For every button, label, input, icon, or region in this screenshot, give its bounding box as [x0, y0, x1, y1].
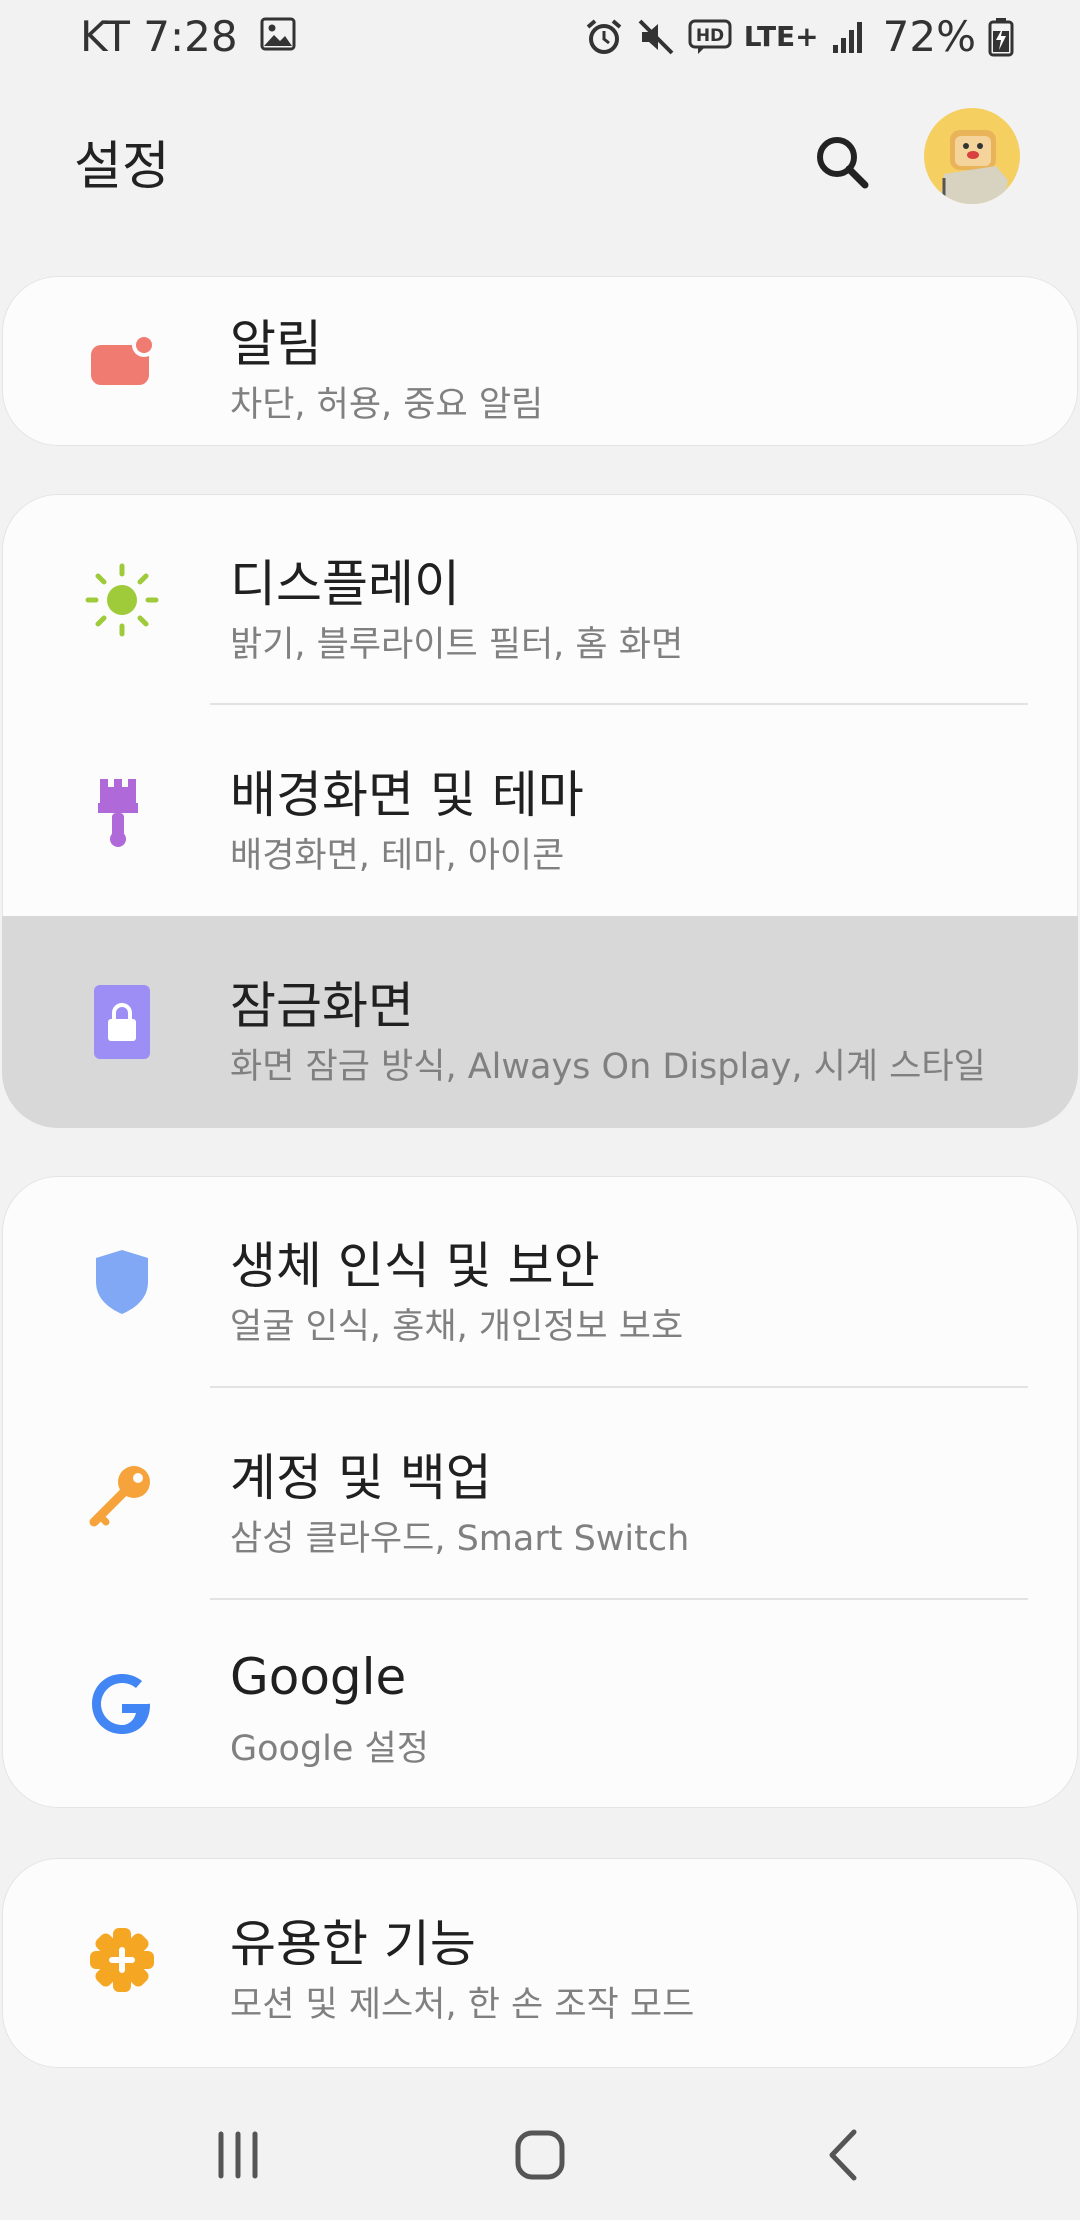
settings-item-subtitle: 차단, 허용, 중요 알림 — [230, 385, 544, 425]
status-bar: KT 7:28 HD LTE+ 72% — [0, 0, 1080, 72]
settings-item-subtitle: 밝기, 블루라이트 필터, 홈 화면 — [230, 625, 684, 665]
settings-item-advanced[interactable]: 유용한 기능 모션 및 제스처, 한 손 조작 모드 — [2, 1858, 1078, 2066]
key-icon — [74, 1454, 170, 1534]
toast-character-icon — [940, 130, 1008, 204]
advanced-features-icon — [74, 1920, 170, 2000]
search-button[interactable] — [800, 120, 884, 204]
settings-item-themes[interactable]: 배경화면 및 테마 배경화면, 테마, 아이콘 — [2, 705, 1078, 917]
lte-icon: LTE+ — [744, 15, 819, 59]
settings-item-title: Google — [230, 1648, 407, 1706]
carrier-label: KT — [80, 12, 130, 61]
clock: 7:28 — [143, 12, 238, 61]
settings-group-advanced: 유용한 기능 모션 및 제스처, 한 손 조작 모드 — [2, 1858, 1078, 2068]
alarm-icon — [584, 15, 624, 59]
page-title: 설정 — [74, 137, 170, 197]
recent-apps-icon — [218, 2131, 258, 2179]
settings-item-lock-screen[interactable]: 잠금화면 화면 잠금 방식, Always On Display, 시계 스타일 — [2, 916, 1078, 1128]
paint-brush-icon — [74, 771, 170, 851]
hd-label: HD — [696, 26, 724, 46]
settings-item-subtitle: Google 설정 — [230, 1729, 429, 1769]
settings-item-title: 디스플레이 — [230, 555, 460, 613]
settings-item-notifications[interactable]: 알림 차단, 허용, 중요 알림 — [2, 276, 1078, 446]
settings-group-security: 생체 인식 및 보안 얼굴 인식, 홍채, 개인정보 보호 계정 및 백업 삼성… — [2, 1176, 1078, 1808]
settings-item-title: 유용한 기능 — [230, 1915, 476, 1973]
brightness-icon — [74, 560, 170, 640]
settings-item-subtitle: 화면 잠금 방식, Always On Display, 시계 스타일 — [230, 1047, 986, 1087]
settings-group-display: 디스플레이 밝기, 블루라이트 필터, 홈 화면 배경화면 및 테마 배경화면,… — [2, 494, 1078, 1128]
signal-icon — [831, 15, 865, 59]
settings-item-title: 알림 — [230, 315, 322, 373]
settings-item-biometrics[interactable]: 생체 인식 및 보안 얼굴 인식, 홍채, 개인정보 보호 — [2, 1176, 1078, 1388]
settings-item-title: 배경화면 및 테마 — [230, 766, 584, 824]
google-icon — [74, 1664, 170, 1744]
profile-avatar[interactable] — [924, 108, 1020, 204]
battery-percent: 72% — [882, 12, 976, 61]
home-icon — [515, 2130, 565, 2180]
settings-item-subtitle: 배경화면, 테마, 아이콘 — [230, 836, 565, 876]
back-button[interactable] — [784, 2120, 904, 2190]
hd-voice-icon: HD — [688, 15, 732, 59]
settings-item-title: 잠금화면 — [230, 977, 414, 1035]
settings-item-title: 생체 인식 및 보안 — [230, 1237, 600, 1295]
app-bar: 설정 — [0, 100, 1080, 220]
settings-item-subtitle: 삼성 클라우드, Smart Switch — [230, 1519, 690, 1559]
lock-icon — [74, 982, 170, 1062]
network-type: LTE+ — [743, 20, 819, 53]
settings-item-subtitle: 얼굴 인식, 홍채, 개인정보 보호 — [230, 1307, 684, 1347]
gallery-icon — [260, 12, 296, 61]
mute-icon — [636, 15, 676, 59]
settings-group-notifications: 알림 차단, 허용, 중요 알림 — [2, 276, 1078, 446]
shield-icon — [74, 1242, 170, 1322]
notification-icon — [74, 320, 170, 400]
settings-item-subtitle: 모션 및 제스처, 한 손 조작 모드 — [230, 1985, 695, 2025]
settings-item-display[interactable]: 디스플레이 밝기, 블루라이트 필터, 홈 화면 — [2, 494, 1078, 706]
home-button[interactable] — [480, 2120, 600, 2190]
settings-item-accounts[interactable]: 계정 및 백업 삼성 클라우드, Smart Switch — [2, 1388, 1078, 1600]
back-icon — [829, 2129, 857, 2181]
search-icon — [817, 137, 869, 189]
battery-charging-icon — [988, 15, 1014, 59]
settings-item-google[interactable]: Google Google 설정 — [2, 1598, 1078, 1808]
recent-apps-button[interactable] — [178, 2120, 298, 2190]
navigation-bar — [0, 2080, 1080, 2220]
settings-item-title: 계정 및 백업 — [230, 1449, 492, 1507]
